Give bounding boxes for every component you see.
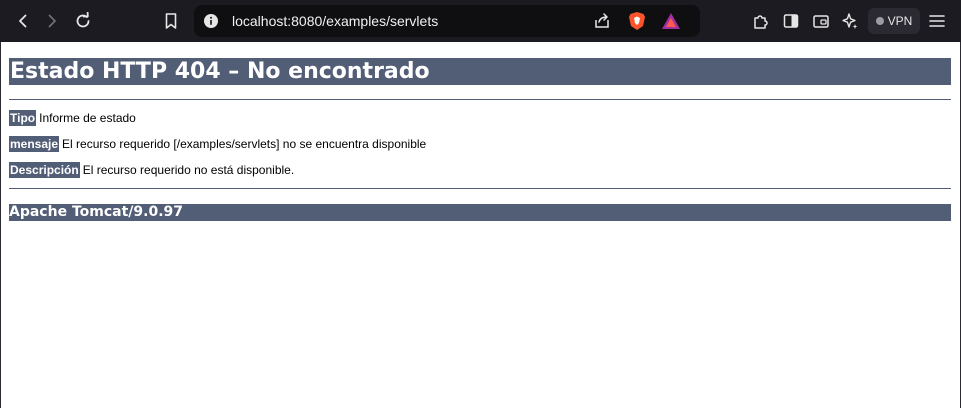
reload-icon[interactable] — [71, 9, 95, 33]
menu-icon[interactable] — [925, 9, 949, 33]
row-label: Descripción — [9, 162, 80, 178]
row-value: El recurso requerido no está disponible. — [82, 163, 295, 177]
back-icon[interactable] — [11, 9, 35, 33]
info-row-tipo: Tipo Informe de estado — [9, 110, 136, 126]
extensions-icon[interactable] — [749, 9, 773, 33]
address-bar[interactable]: localhost:8080/examples/servlets — [194, 5, 700, 37]
wallet-icon[interactable] — [809, 9, 833, 33]
row-value: Informe de estado — [39, 111, 136, 125]
vpn-status-icon — [875, 17, 884, 25]
site-info-icon[interactable] — [203, 13, 219, 29]
page-title: Estado HTTP 404 – No encontrado — [9, 58, 951, 85]
divider-top — [9, 99, 951, 100]
vpn-label: VPN — [887, 14, 913, 28]
row-label: Tipo — [9, 110, 37, 126]
brave-shields-icon[interactable] — [628, 11, 646, 31]
server-footer: Apache Tomcat/9.0.97 — [9, 204, 951, 221]
window-border-left — [0, 42, 1, 408]
brave-rewards-icon[interactable] — [661, 12, 681, 30]
share-icon[interactable] — [593, 12, 611, 30]
sidebar-icon[interactable] — [779, 9, 803, 33]
info-row-mensaje: mensaje El recurso requerido [/examples/s… — [9, 136, 426, 152]
row-label: mensaje — [9, 136, 60, 152]
url-text[interactable]: localhost:8080/examples/servlets — [232, 5, 438, 37]
divider-bottom — [9, 188, 951, 189]
info-row-descripcion: Descripción El recurso requerido no está … — [9, 162, 294, 178]
bookmark-icon[interactable] — [159, 9, 183, 33]
forward-icon[interactable] — [40, 9, 64, 33]
row-value: El recurso requerido [/examples/servlets… — [62, 137, 427, 151]
browser-toolbar: localhost:8080/examples/servlets VPN — [0, 0, 961, 42]
vpn-button[interactable]: VPN — [868, 8, 920, 34]
leo-ai-icon[interactable] — [838, 9, 862, 33]
